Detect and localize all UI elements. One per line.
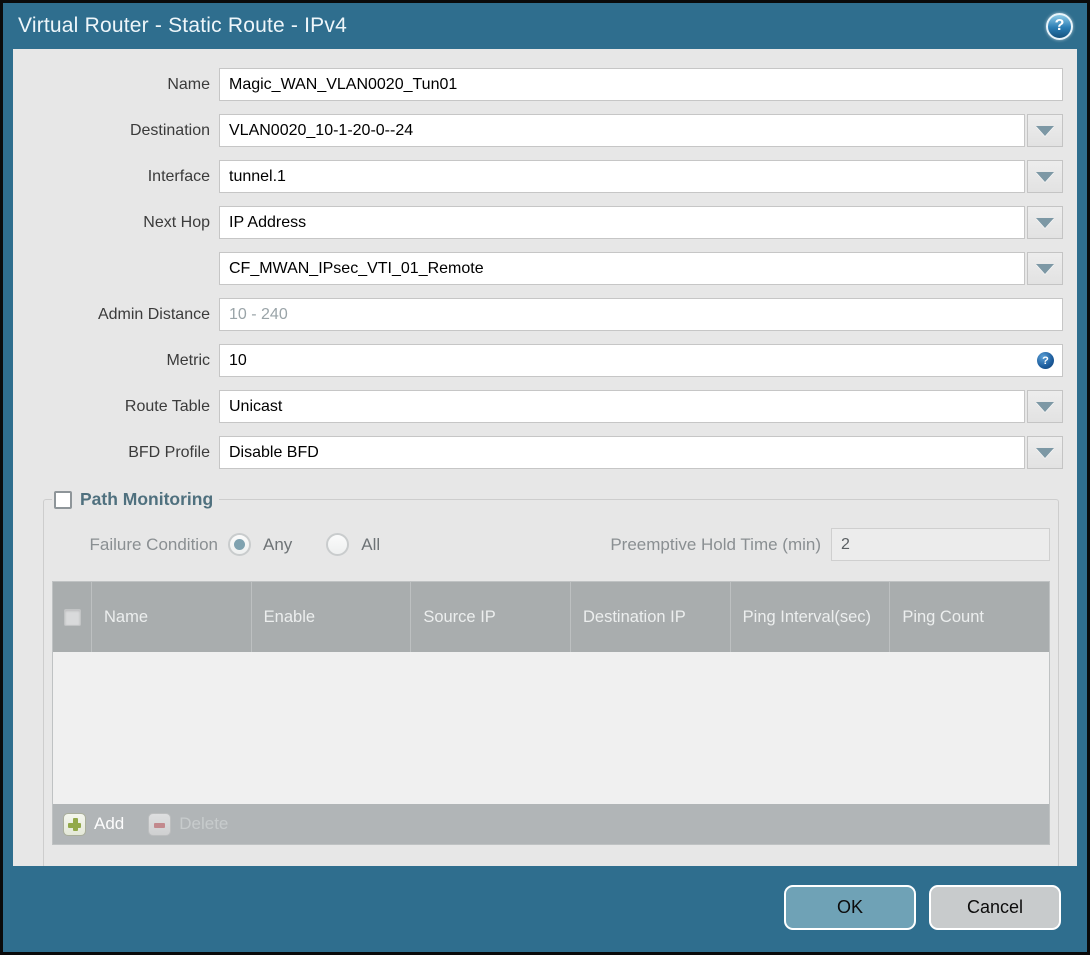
metric-input[interactable] [219,344,1063,377]
path-monitoring-title: Path Monitoring [80,489,214,509]
path-monitoring-section: Path Monitoring Failure Condition Any Al… [43,489,1059,866]
bfd-profile-row: BFD Profile [27,436,1063,469]
destination-input[interactable] [219,114,1025,147]
name-input[interactable] [219,68,1063,101]
destination-row: Destination [27,114,1063,147]
column-header-ping-interval[interactable]: Ping Interval(sec) [729,582,890,652]
column-header-destination-ip[interactable]: Destination IP [570,582,730,652]
add-button-label: Add [94,814,125,833]
column-header-name[interactable]: Name [91,582,251,652]
preemptive-hold-time-input[interactable] [831,528,1050,561]
add-plus-icon [63,812,86,836]
column-header-ping-count[interactable]: Ping Count [889,582,1049,652]
cancel-button[interactable]: Cancel [929,884,1061,930]
interface-label: Interface [147,167,210,185]
failure-condition-all[interactable]: All [326,533,380,556]
dialog-body: Name Destination Interface Next Hop [13,49,1077,866]
bfd-profile-input[interactable] [219,436,1025,469]
admin-distance-label: Admin Distance [97,305,210,323]
delete-button-label: Delete [179,814,229,833]
next-hop-row: Next Hop [27,206,1063,239]
destination-label: Destination [129,121,210,139]
ok-button[interactable]: OK [784,884,916,930]
radio-all-icon[interactable] [326,533,350,556]
failure-condition-any[interactable]: Any [228,533,292,556]
path-monitoring-legend: Path Monitoring [52,489,219,510]
chevron-down-icon [1036,263,1054,274]
route-table-dropdown-button[interactable] [1027,390,1063,423]
bfd-profile-dropdown-button[interactable] [1027,436,1063,469]
next-hop-label: Next Hop [143,213,210,231]
next-hop-address-input[interactable] [219,252,1025,285]
metric-label: Metric [166,351,210,369]
admin-distance-row: Admin Distance [27,298,1063,331]
route-table-row: Route Table [27,390,1063,423]
name-row: Name [27,68,1063,101]
failure-condition-row: Failure Condition Any All Preemptive Hol… [52,528,1050,561]
next-hop-type-dropdown-button[interactable] [1027,206,1063,239]
name-label: Name [167,75,210,93]
column-header-enable[interactable]: Enable [250,582,411,652]
radio-any-label: Any [263,534,293,554]
path-monitoring-table: Name Enable Source IP Destination IP Pin… [52,581,1050,845]
radio-all-label: All [361,534,381,554]
next-hop-address-dropdown-button[interactable] [1027,252,1063,285]
next-hop-type-input[interactable] [219,206,1025,239]
chevron-down-icon [1036,171,1054,182]
radio-any-icon[interactable] [228,533,251,556]
chevron-down-icon [1036,125,1054,136]
destination-dropdown-button[interactable] [1027,114,1063,147]
path-monitoring-checkbox[interactable] [54,490,72,509]
info-icon: ? [1037,352,1054,369]
chevron-down-icon [1036,401,1054,412]
admin-distance-input[interactable] [219,298,1063,331]
static-route-dialog: Virtual Router - Static Route - IPv4 ? N… [0,0,1090,955]
add-button[interactable]: Add [63,812,125,836]
column-header-source-ip[interactable]: Source IP [410,582,570,652]
failure-condition-label: Failure Condition [89,534,218,554]
select-all-checkbox[interactable] [63,608,81,626]
help-icon[interactable]: ? [1046,12,1073,40]
table-toolbar: Add Delete [53,804,1049,844]
chevron-down-icon [1036,447,1054,458]
interface-row: Interface [27,160,1063,193]
preemptive-hold-time-label: Preemptive Hold Time (min) [610,534,821,554]
table-header: Name Enable Source IP Destination IP Pin… [53,582,1049,652]
dialog-titlebar: Virtual Router - Static Route - IPv4 ? [3,3,1087,49]
interface-input[interactable] [219,160,1025,193]
route-table-label: Route Table [124,397,210,415]
dialog-footer: OK Cancel [3,866,1087,952]
route-table-input[interactable] [219,390,1025,423]
next-hop-address-row [27,252,1063,285]
metric-row: Metric ? [27,344,1063,377]
table-body-empty [53,652,1049,804]
interface-dropdown-button[interactable] [1027,160,1063,193]
delete-minus-icon [148,812,172,836]
bfd-profile-label: BFD Profile [128,443,210,461]
dialog-title: Virtual Router - Static Route - IPv4 [18,14,347,37]
delete-button[interactable]: Delete [148,812,229,836]
chevron-down-icon [1036,217,1054,228]
select-all-cell [53,582,91,652]
